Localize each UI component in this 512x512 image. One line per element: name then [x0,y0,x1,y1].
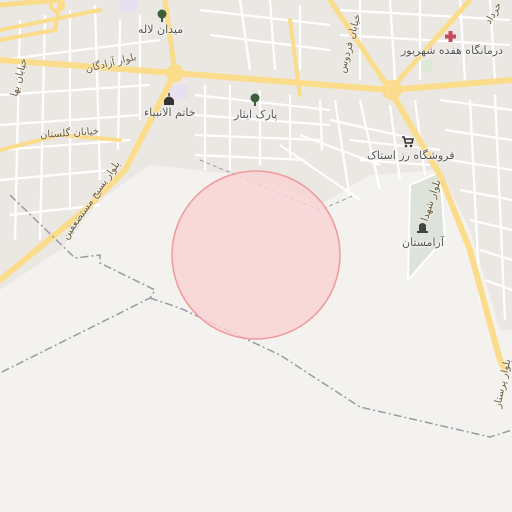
map-canvas[interactable]: میدان لاله پارک ایثار خاتم الانبیاء درما… [0,0,512,512]
place-label: فروشگاه رز استاک [367,149,455,162]
highlight-radius-circle[interactable] [171,170,341,340]
place-label: آرامستان [402,236,444,249]
place-label: خاتم الانبیاء [144,106,196,119]
map-base [0,0,512,438]
place-label: درمانگاه هفده شهریور [401,44,504,57]
place-label: میدان لاله [138,23,184,36]
place-label: پارک ایثار [234,108,278,121]
